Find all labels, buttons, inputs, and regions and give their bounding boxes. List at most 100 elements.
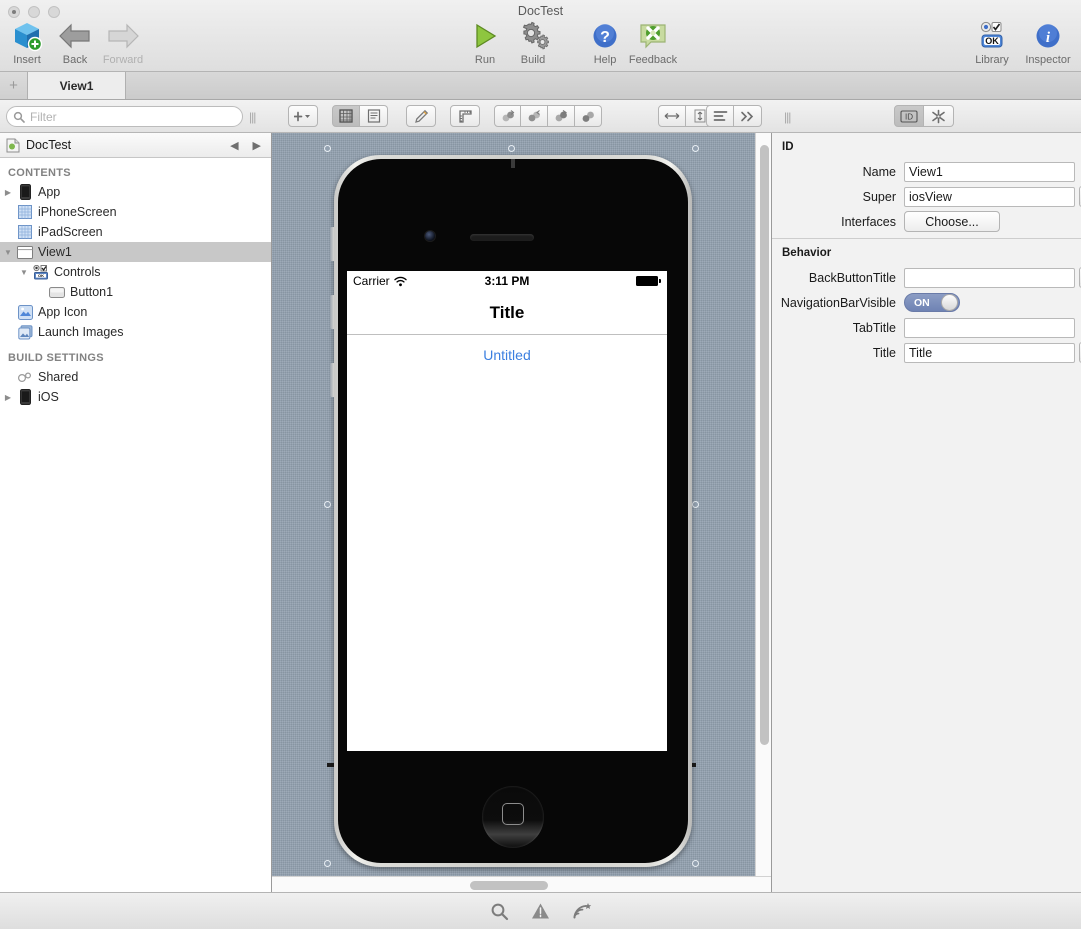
ios-device-icon [16, 389, 34, 405]
title-input[interactable] [904, 343, 1075, 363]
inspector-id-button[interactable]: ID [894, 105, 924, 127]
sidebar-resize-grip[interactable]: ||| [249, 110, 255, 124]
send-to-back-button[interactable] [575, 105, 602, 127]
add-tab-button[interactable]: + [0, 72, 28, 99]
tabtitle-input[interactable] [904, 318, 1075, 338]
tree-item-app-icon[interactable]: App Icon [0, 302, 271, 322]
build-label: Build [521, 54, 545, 66]
tree-item-iphonescreen[interactable]: iPhoneScreen [0, 202, 271, 222]
field-row-navigationbarvisible: NavigationBarVisible ON [772, 290, 1081, 315]
selection-handle-bl[interactable] [324, 860, 331, 867]
backbuttontitle-input[interactable] [904, 268, 1075, 288]
home-button-icon[interactable] [482, 786, 544, 848]
filter-field[interactable] [6, 106, 243, 127]
design-canvas[interactable]: Carrier 3:11 PM [272, 133, 771, 876]
layout-mode-group [332, 105, 388, 127]
navigator-header: DocTest ◀ ▶ [0, 133, 271, 158]
bring-to-front-button[interactable] [548, 105, 575, 127]
send-backward-button[interactable] [521, 105, 548, 127]
svg-text:OK: OK [985, 36, 999, 46]
canvas-horizontal-scrollbar[interactable] [272, 876, 771, 892]
device-screen[interactable]: Carrier 3:11 PM [347, 271, 667, 751]
search-icon[interactable] [490, 902, 509, 921]
tree-item-view1[interactable]: ▼ View1 [0, 242, 271, 262]
ruler-button[interactable] [450, 105, 480, 127]
selection-handle-tm[interactable] [508, 145, 515, 152]
tree-item-app[interactable]: ▶ App [0, 182, 271, 202]
build-button[interactable]: Build [510, 16, 556, 66]
field-label-name: Name [772, 165, 904, 179]
broadcast-icon[interactable] [572, 902, 592, 920]
canvas-resize-grip[interactable]: ||| [784, 110, 790, 124]
more-options-button[interactable] [734, 105, 762, 127]
selection-handle-tl[interactable] [324, 145, 331, 152]
twisty-collapsed-icon[interactable]: ▶ [0, 188, 16, 197]
canvas-vertical-scroll-thumb[interactable] [760, 145, 769, 745]
tree-item-shared[interactable]: Shared [0, 367, 271, 387]
navigator-back-button[interactable]: ◀ [226, 139, 242, 152]
field-row-super: Super [772, 184, 1081, 209]
tree-item-ios[interactable]: ▶ iOS [0, 387, 271, 407]
field-label-backbuttontitle: BackButtonTitle [772, 271, 904, 285]
project-tree: CONTENTS ▶ App iPhoneScreen [0, 158, 271, 892]
ruler-group [450, 105, 480, 127]
iphone-mockup[interactable]: Carrier 3:11 PM [334, 155, 692, 867]
inspector-settings-button[interactable] [924, 105, 954, 127]
tree-item-button1[interactable]: Button1 [0, 282, 271, 302]
selection-handle-ml[interactable] [324, 501, 331, 508]
screen-grid-icon [16, 205, 34, 219]
run-button[interactable]: Run [462, 16, 508, 66]
canvas-vertical-scrollbar[interactable] [755, 133, 771, 876]
inspector-button[interactable]: i Inspector [1019, 16, 1077, 66]
main-body: DocTest ◀ ▶ CONTENTS ▶ App [0, 133, 1081, 892]
selection-handle-mr[interactable] [692, 501, 699, 508]
horizontal-resize-button[interactable] [658, 105, 686, 127]
name-input[interactable] [904, 162, 1075, 182]
tree-item-ipadscreen[interactable]: iPadScreen [0, 222, 271, 242]
button-icon [48, 287, 66, 298]
help-label: Help [594, 54, 617, 66]
help-button[interactable]: ? Help [582, 16, 628, 66]
tree-item-launch-images[interactable]: Launch Images [0, 322, 271, 342]
forward-label: Forward [103, 54, 143, 66]
insert-button[interactable]: Insert [4, 16, 50, 66]
bring-forward-button[interactable] [494, 105, 521, 127]
align-left-button[interactable] [706, 105, 734, 127]
feedback-button[interactable]: Feedback [630, 16, 676, 66]
svg-text:ID: ID [905, 112, 913, 121]
selection-handle-br[interactable] [692, 860, 699, 867]
toolbar-right-group: OK Library i Inspector [967, 16, 1077, 66]
back-button[interactable]: Back [52, 16, 98, 66]
library-button[interactable]: OK Library [967, 16, 1017, 66]
tree-item-label: App Icon [38, 305, 87, 319]
toolbar-run-group: Run Build [462, 16, 556, 66]
canvas-horizontal-scroll-thumb[interactable] [470, 881, 548, 890]
filter-input[interactable] [30, 110, 225, 124]
insert-cube-icon [10, 16, 44, 56]
navigationbarvisible-toggle[interactable]: ON [904, 293, 960, 312]
twisty-expanded-icon[interactable]: ▼ [0, 248, 16, 257]
warning-icon[interactable] [531, 902, 550, 920]
tab-view1[interactable]: View1 [28, 72, 126, 99]
add-menu-button[interactable] [288, 105, 318, 127]
edit-pencil-button[interactable] [406, 105, 436, 127]
button1-control[interactable]: Untitled [483, 347, 530, 363]
insert-label: Insert [13, 54, 41, 66]
pencil-group [406, 105, 436, 127]
twisty-expanded-icon[interactable]: ▼ [16, 268, 32, 277]
forward-button[interactable]: Forward [100, 16, 146, 66]
twisty-collapsed-icon[interactable]: ▶ [0, 393, 16, 402]
field-label-tabtitle: TabTitle [772, 321, 904, 335]
inspector-panel: ID Name Super Interfaces Choose... Be [771, 133, 1081, 892]
interfaces-choose-button[interactable]: Choose... [904, 211, 1000, 232]
layout-list-button[interactable] [360, 105, 388, 127]
tree-item-controls[interactable]: ▼ OK Controls [0, 262, 271, 282]
navigator-forward-button[interactable]: ▶ [249, 139, 265, 152]
layout-grid-button[interactable] [332, 105, 360, 127]
earpiece-speaker-icon [470, 234, 534, 241]
field-row-interfaces: Interfaces Choose... [772, 209, 1081, 234]
selection-handle-tr[interactable] [692, 145, 699, 152]
project-name: DocTest [26, 138, 220, 152]
super-input[interactable] [904, 187, 1075, 207]
library-label: Library [975, 54, 1009, 66]
